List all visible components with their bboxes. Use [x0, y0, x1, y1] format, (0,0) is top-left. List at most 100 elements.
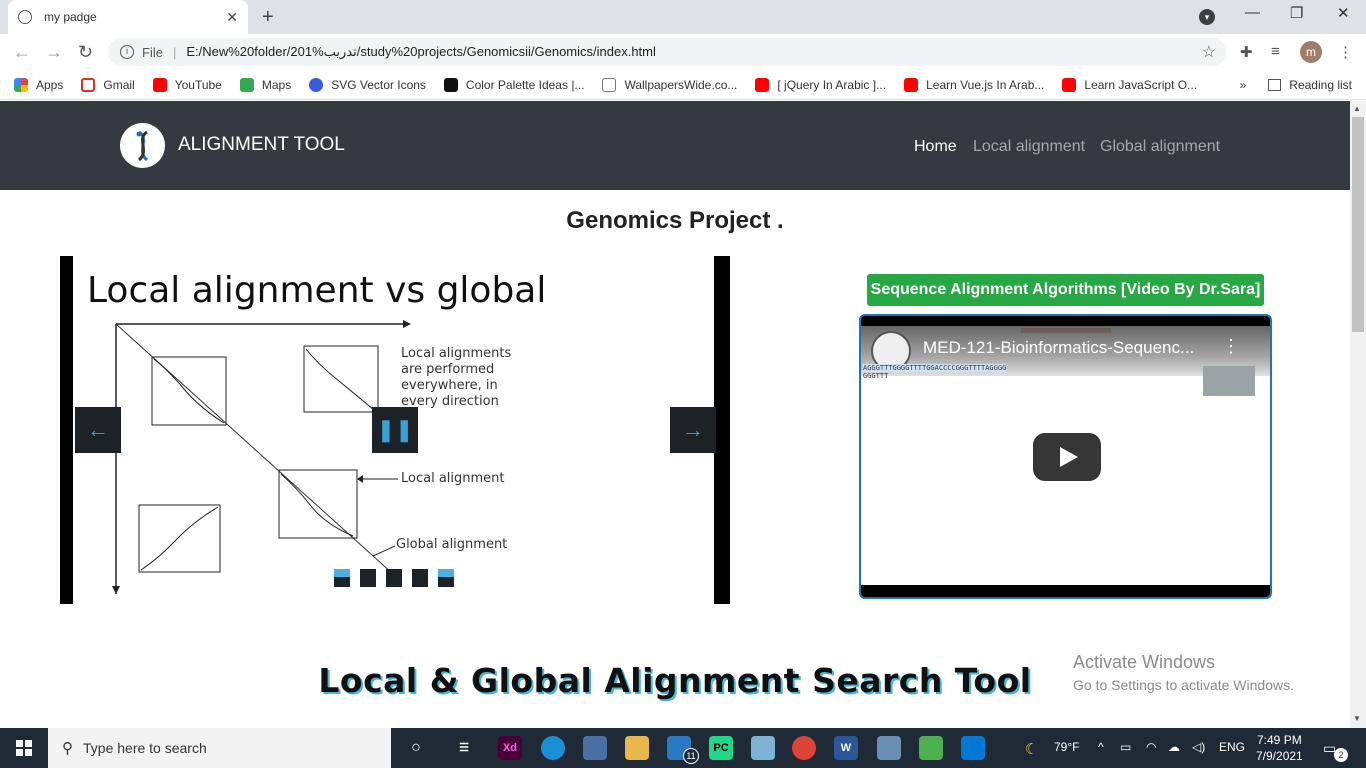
page-scrollbar[interactable]: ▲ ▼ — [1350, 101, 1366, 728]
chrome-icon[interactable] — [792, 736, 816, 760]
watermark-line2: Go to Settings to activate Windows. — [1073, 677, 1294, 693]
bookmark-item[interactable]: SVG Vector Icons — [309, 77, 426, 92]
page-title: Genomics Project . — [566, 207, 784, 234]
task-view-icon[interactable]: ☰ — [452, 736, 476, 760]
play-icon[interactable] — [1033, 433, 1101, 481]
activate-windows-watermark: Activate Windows Go to Settings to activ… — [1073, 652, 1294, 693]
bookmarks-bar: Apps Gmail YouTube Maps SVG Vector Icons… — [0, 70, 1366, 100]
media-control-icon[interactable]: ≡ — [1271, 43, 1280, 60]
cortana-icon[interactable]: ○ — [404, 736, 428, 760]
profile-avatar[interactable]: m — [1300, 41, 1322, 63]
video-caption-badge: Sequence Alignment Algorithms [Video By … — [867, 274, 1264, 306]
bookmark-item[interactable]: Learn Vue.js In Arab... — [904, 77, 1044, 92]
bookmark-item[interactable]: Learn JavaScript O... — [1062, 77, 1197, 92]
nav-home[interactable]: Home — [914, 138, 957, 156]
reload-icon[interactable]: ↻ — [78, 42, 93, 63]
moon-weather-icon: ☾ — [1025, 741, 1039, 758]
extensions-icon[interactable]: ✚ — [1240, 43, 1253, 61]
slider-dots — [334, 569, 464, 587]
youtube-icon — [1062, 77, 1077, 92]
pycharm-icon[interactable]: PC — [709, 736, 733, 760]
reading-list-button[interactable]: Reading list — [1289, 78, 1352, 92]
wifi-icon[interactable]: ◠ — [1146, 740, 1156, 754]
paint-icon[interactable] — [919, 736, 943, 760]
url-text[interactable]: E:/New%20folder/201%تدريب/study%20projec… — [186, 44, 656, 60]
maximize-icon[interactable]: ❐ — [1290, 4, 1303, 22]
slider-next-button[interactable]: → — [670, 407, 716, 453]
video-menu-icon[interactable]: ⋮ — [1222, 336, 1240, 357]
bookmark-item[interactable]: WallpapersWide.co... — [602, 77, 737, 92]
scroll-up-icon[interactable]: ▲ — [1353, 104, 1361, 113]
dna-logo-icon[interactable] — [120, 123, 165, 168]
slide-label-local: Local alignment — [401, 471, 505, 486]
edge-icon[interactable] — [541, 736, 565, 760]
nav-global-alignment[interactable]: Global alignment — [1100, 138, 1220, 156]
battery-icon[interactable]: ▭ — [1120, 740, 1131, 754]
windows-start-icon[interactable] — [16, 740, 32, 756]
store-icon[interactable] — [583, 736, 607, 760]
forward-icon[interactable]: → — [45, 42, 63, 63]
slide-label-global: Global alignment — [396, 537, 508, 552]
windows-taskbar: ⚲ Type here to search ○ ☰ Xd 11 PC W ☾ 7… — [0, 728, 1366, 768]
info-icon[interactable]: i — [120, 45, 134, 59]
weather-temp[interactable]: 79°F — [1054, 740, 1079, 754]
site-brand[interactable]: ALIGNMENT TOOL — [178, 134, 345, 156]
back-icon[interactable]: ← — [13, 42, 31, 63]
network-app-icon[interactable] — [877, 736, 901, 760]
slider-dot[interactable] — [386, 569, 402, 587]
taskbar-clock[interactable]: 7:49 PM 7/9/2021 — [1256, 732, 1303, 764]
slider-dot[interactable] — [438, 569, 454, 587]
sequence-line: GGGTTT — [863, 372, 889, 380]
image-slider: Local alignment vs global Local alignmen… — [60, 256, 730, 604]
bookmark-item[interactable]: Color Palette Ideas |... — [443, 77, 584, 92]
bookmark-item[interactable]: Gmail — [81, 77, 135, 92]
volume-icon[interactable]: ◁) — [1192, 740, 1205, 754]
file-explorer-icon[interactable] — [625, 736, 649, 760]
close-window-icon[interactable]: ✕ — [1337, 4, 1350, 22]
notes-icon[interactable] — [751, 736, 775, 760]
tab-search-icon[interactable]: ▾ — [1199, 9, 1215, 25]
slider-dot[interactable] — [412, 569, 428, 587]
nav-local-alignment[interactable]: Local alignment — [973, 138, 1085, 156]
maps-icon — [239, 77, 254, 92]
bookmark-star-icon[interactable]: ☆ — [1202, 42, 1216, 62]
site-navbar: ALIGNMENT TOOL Home Local alignment Glob… — [0, 101, 1350, 190]
bookmark-item[interactable]: [ jQuery In Arabic ]... — [755, 77, 886, 92]
video-frame[interactable]: MED-121-Bioinformatics-Sequenc... ⋮ AGGG… — [861, 326, 1270, 585]
url-separator: | — [172, 44, 177, 60]
browser-tab[interactable]: my padge ✕ — [8, 0, 248, 34]
language-indicator[interactable]: ENG — [1219, 740, 1245, 754]
video-embed[interactable]: MED-121-Bioinformatics-Sequenc... ⋮ AGGG… — [859, 314, 1272, 599]
slide-note: Local alignments are performed everywher… — [401, 346, 512, 409]
bookmark-item[interactable]: YouTube — [152, 77, 222, 92]
taskbar-search[interactable]: ⚲ Type here to search — [48, 728, 391, 768]
url-scheme: File — [142, 44, 163, 60]
new-tab-button[interactable]: + — [262, 6, 274, 29]
cloud-icon[interactable]: ☁ — [1168, 740, 1180, 754]
bookmark-item[interactable]: Maps — [239, 77, 291, 92]
youtube-icon — [152, 77, 167, 92]
address-bar[interactable]: i File | E:/New%20folder/201%تدريب/study… — [108, 38, 1226, 66]
video-title[interactable]: MED-121-Bioinformatics-Sequenc... — [923, 338, 1194, 358]
adobe-xd-icon[interactable]: Xd — [498, 736, 522, 760]
vscode-icon[interactable] — [961, 736, 985, 760]
wallpapers-icon — [602, 77, 617, 92]
search-icon: ⚲ — [62, 740, 73, 757]
globe-icon — [18, 10, 32, 24]
tray-chevron-icon[interactable]: ^ — [1098, 740, 1104, 754]
minimize-icon[interactable]: — — [1245, 4, 1260, 21]
word-icon[interactable]: W — [834, 736, 858, 760]
scroll-down-icon[interactable]: ▼ — [1353, 714, 1361, 723]
youtube-icon — [755, 77, 770, 92]
menu-icon[interactable]: ⋮ — [1338, 43, 1353, 61]
bookmark-item[interactable]: Apps — [14, 77, 63, 92]
bookmarks-right: » Reading list — [1240, 78, 1352, 92]
tab-close-icon[interactable]: ✕ — [226, 9, 238, 26]
slider-pause-button[interactable]: ❚❚ — [372, 407, 418, 453]
sequence-line: AGGGTTTGGGGTTTTGGACCCCGGGTTTTAGGGG — [863, 364, 1007, 372]
slider-dot[interactable] — [334, 569, 350, 587]
scroll-thumb[interactable] — [1352, 117, 1364, 332]
slider-prev-button[interactable]: ← — [75, 407, 121, 453]
slider-dot[interactable] — [360, 569, 376, 587]
more-bookmarks-icon[interactable]: » — [1240, 78, 1247, 92]
